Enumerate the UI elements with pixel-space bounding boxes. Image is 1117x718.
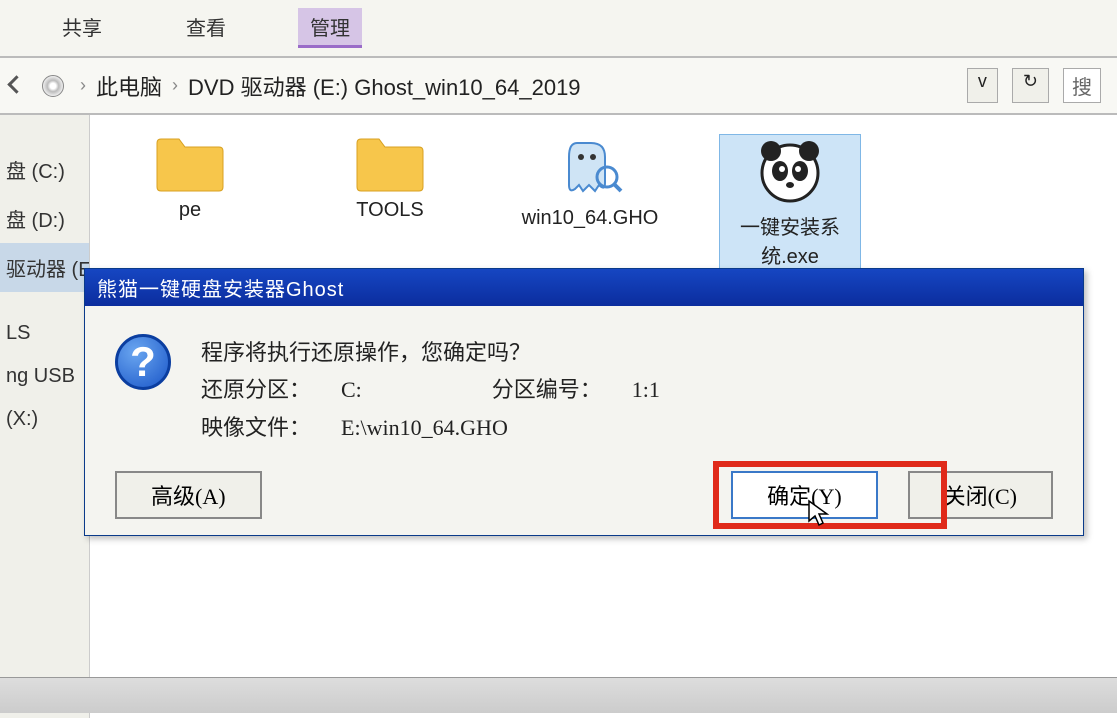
breadcrumb-sep: ›	[80, 75, 86, 96]
search-input[interactable]: 搜	[1063, 68, 1101, 103]
advanced-button[interactable]: 高级(A)	[115, 471, 262, 519]
tab-manage[interactable]: 管理	[298, 8, 362, 48]
partition-value: C:	[341, 371, 362, 408]
ghost-icon	[557, 135, 623, 201]
partition-no-value: 1:1	[632, 371, 660, 408]
dialog-text: 程序将执行还原操作，您确定吗？ 还原分区： C: 分区编号： 1:1 映像文件：…	[201, 334, 660, 446]
tab-share[interactable]: 共享	[50, 8, 114, 48]
question-icon: ?	[115, 334, 171, 390]
dialog-title: 熊猫一键硬盘安装器Ghost	[85, 269, 1083, 306]
refresh-button[interactable]: ↻	[1012, 68, 1049, 103]
file-item-folder[interactable]: pe	[120, 135, 260, 222]
tab-view[interactable]: 查看	[174, 8, 238, 48]
folder-icon	[155, 135, 225, 193]
partition-no-label: 分区编号：	[492, 371, 632, 408]
disc-icon	[42, 75, 64, 97]
breadcrumb-this-pc[interactable]: 此电脑	[96, 70, 162, 102]
address-bar: › 此电脑 › DVD 驱动器 (E:) Ghost_win10_64_2019…	[0, 58, 1117, 115]
file-label: 一键安装系统.exe	[720, 211, 860, 269]
file-label: TOOLS	[356, 199, 423, 222]
partition-label: 还原分区：	[201, 371, 341, 408]
file-label: pe	[179, 199, 201, 222]
sidebar: 盘 (C:) 盘 (D:) 驱动器 (E:) G LS ng USB (X:)	[0, 115, 90, 718]
breadcrumb-drive[interactable]: DVD 驱动器 (E:) Ghost_win10_64_2019	[188, 70, 581, 102]
panda-icon	[755, 135, 825, 205]
ribbon-tabs: 共享 查看 管理	[0, 0, 1117, 58]
image-label: 映像文件：	[201, 409, 341, 446]
sidebar-item[interactable]: 驱动器 (E:) G	[0, 243, 89, 292]
sidebar-item[interactable]: ng USB	[0, 355, 89, 398]
ok-button[interactable]: 确定(Y)	[731, 471, 878, 519]
back-icon[interactable]	[6, 75, 28, 97]
sidebar-item[interactable]: (X:)	[0, 398, 89, 441]
taskbar	[0, 677, 1117, 713]
file-item-folder[interactable]: TOOLS	[320, 135, 460, 222]
close-button[interactable]: 关闭(C)	[908, 471, 1053, 519]
sidebar-item[interactable]: LS	[0, 312, 89, 355]
folder-icon	[355, 135, 425, 193]
image-value: E:\win10_64.GHO	[341, 409, 508, 446]
file-label: win10_64.GHO	[522, 207, 659, 230]
file-item-gho[interactable]: win10_64.GHO	[520, 135, 660, 230]
dialog-message: 程序将执行还原操作，您确定吗？	[201, 334, 660, 371]
breadcrumb-sep: ›	[172, 75, 178, 96]
breadcrumb-dropdown[interactable]: v	[967, 68, 998, 103]
sidebar-item[interactable]: 盘 (C:)	[0, 145, 89, 194]
confirm-dialog: 熊猫一键硬盘安装器Ghost ? 程序将执行还原操作，您确定吗？ 还原分区： C…	[84, 268, 1084, 536]
sidebar-item	[0, 292, 89, 312]
sidebar-item[interactable]: 盘 (D:)	[0, 194, 89, 243]
file-item-exe[interactable]: 一键安装系统.exe	[720, 135, 860, 269]
